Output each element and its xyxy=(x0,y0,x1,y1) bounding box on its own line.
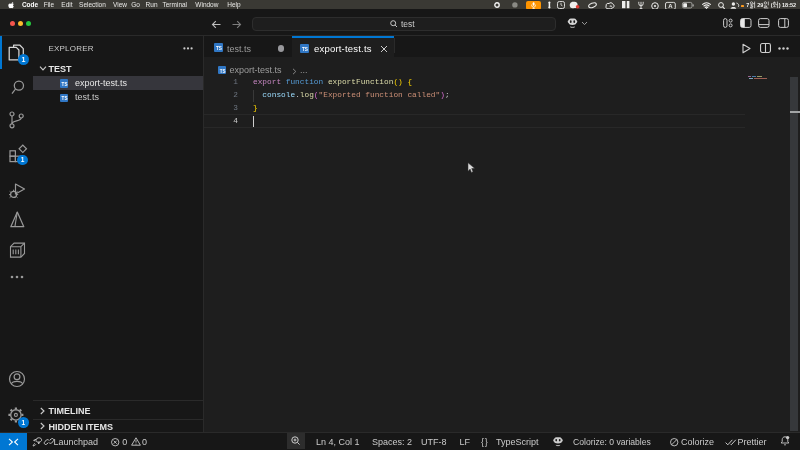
svg-text:A: A xyxy=(669,3,674,9)
